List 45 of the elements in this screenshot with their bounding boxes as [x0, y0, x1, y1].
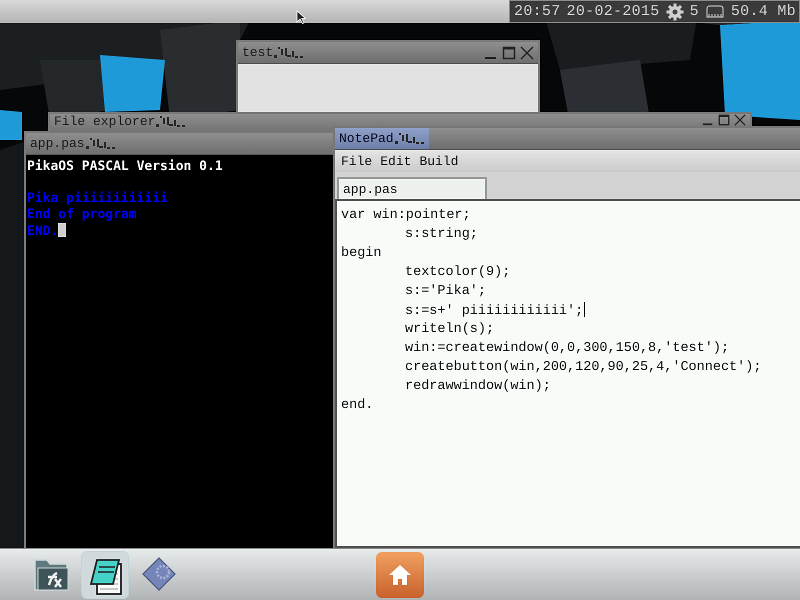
code-line: s:string;: [405, 227, 478, 242]
gear-icon: [666, 2, 684, 20]
code-line: win:=createwindow(0,0,300,150,8,'test');: [405, 341, 730, 356]
code-editor[interactable]: [335, 199, 800, 548]
menu-item[interactable]: File: [341, 154, 372, 169]
clock-time: 20:57: [514, 3, 561, 20]
memory-chip-icon: [704, 4, 725, 18]
code-line: redrawwindow(win);: [405, 379, 551, 394]
home-button[interactable]: [376, 552, 424, 598]
code-line: s:='Pika';: [405, 284, 486, 299]
window-title: NotePad: [339, 131, 394, 146]
mouse-pointer-icon: [296, 10, 306, 24]
code-line: var win:pointer;: [341, 208, 471, 223]
code-line: begin: [341, 246, 382, 261]
console-line: PikaOS PASCAL Version 0.1: [27, 159, 223, 175]
console-line: END.: [27, 223, 66, 240]
title-bar[interactable]: NotePad: [335, 128, 800, 150]
code-line: end.: [341, 398, 374, 413]
window-title: File explorer: [54, 114, 156, 129]
code-line: textcolor(9);: [405, 265, 510, 280]
app-launcher[interactable]: [81, 551, 129, 599]
title-bar[interactable]: test: [238, 42, 538, 64]
title-ornament-icon: [394, 132, 425, 146]
console-line: Pika piiiiiiiiiiii: [27, 191, 168, 207]
task-count: 5: [690, 3, 699, 20]
window-title: app.pas: [30, 136, 85, 151]
title-ornament-icon: [156, 114, 186, 128]
date-text: 20-02-2015: [566, 3, 660, 20]
title-bar[interactable]: app.pas: [26, 133, 333, 155]
code-line: s:=s+' piiiiiiiiiiii';: [405, 302, 586, 319]
title-ornament-icon: [86, 136, 116, 150]
window-title: test: [242, 45, 274, 60]
home-icon: [388, 564, 412, 586]
title-ornament-icon: [274, 46, 304, 60]
code-line: writeln(s);: [405, 322, 494, 337]
code-line: createbutton(win,200,120,90,25,4,'Connect');: [405, 360, 762, 375]
close-icon[interactable]: [520, 46, 534, 60]
console-line: End of program: [27, 207, 137, 223]
menu-item[interactable]: Edit: [380, 154, 412, 169]
menu-item[interactable]: Build: [419, 154, 458, 169]
memory-usage: 50.4 Mb: [730, 3, 796, 20]
file-tab[interactable]: app.pas: [337, 177, 487, 199]
maximize-icon[interactable]: [718, 114, 730, 126]
maximize-icon[interactable]: [502, 46, 516, 60]
close-icon[interactable]: [734, 114, 746, 126]
